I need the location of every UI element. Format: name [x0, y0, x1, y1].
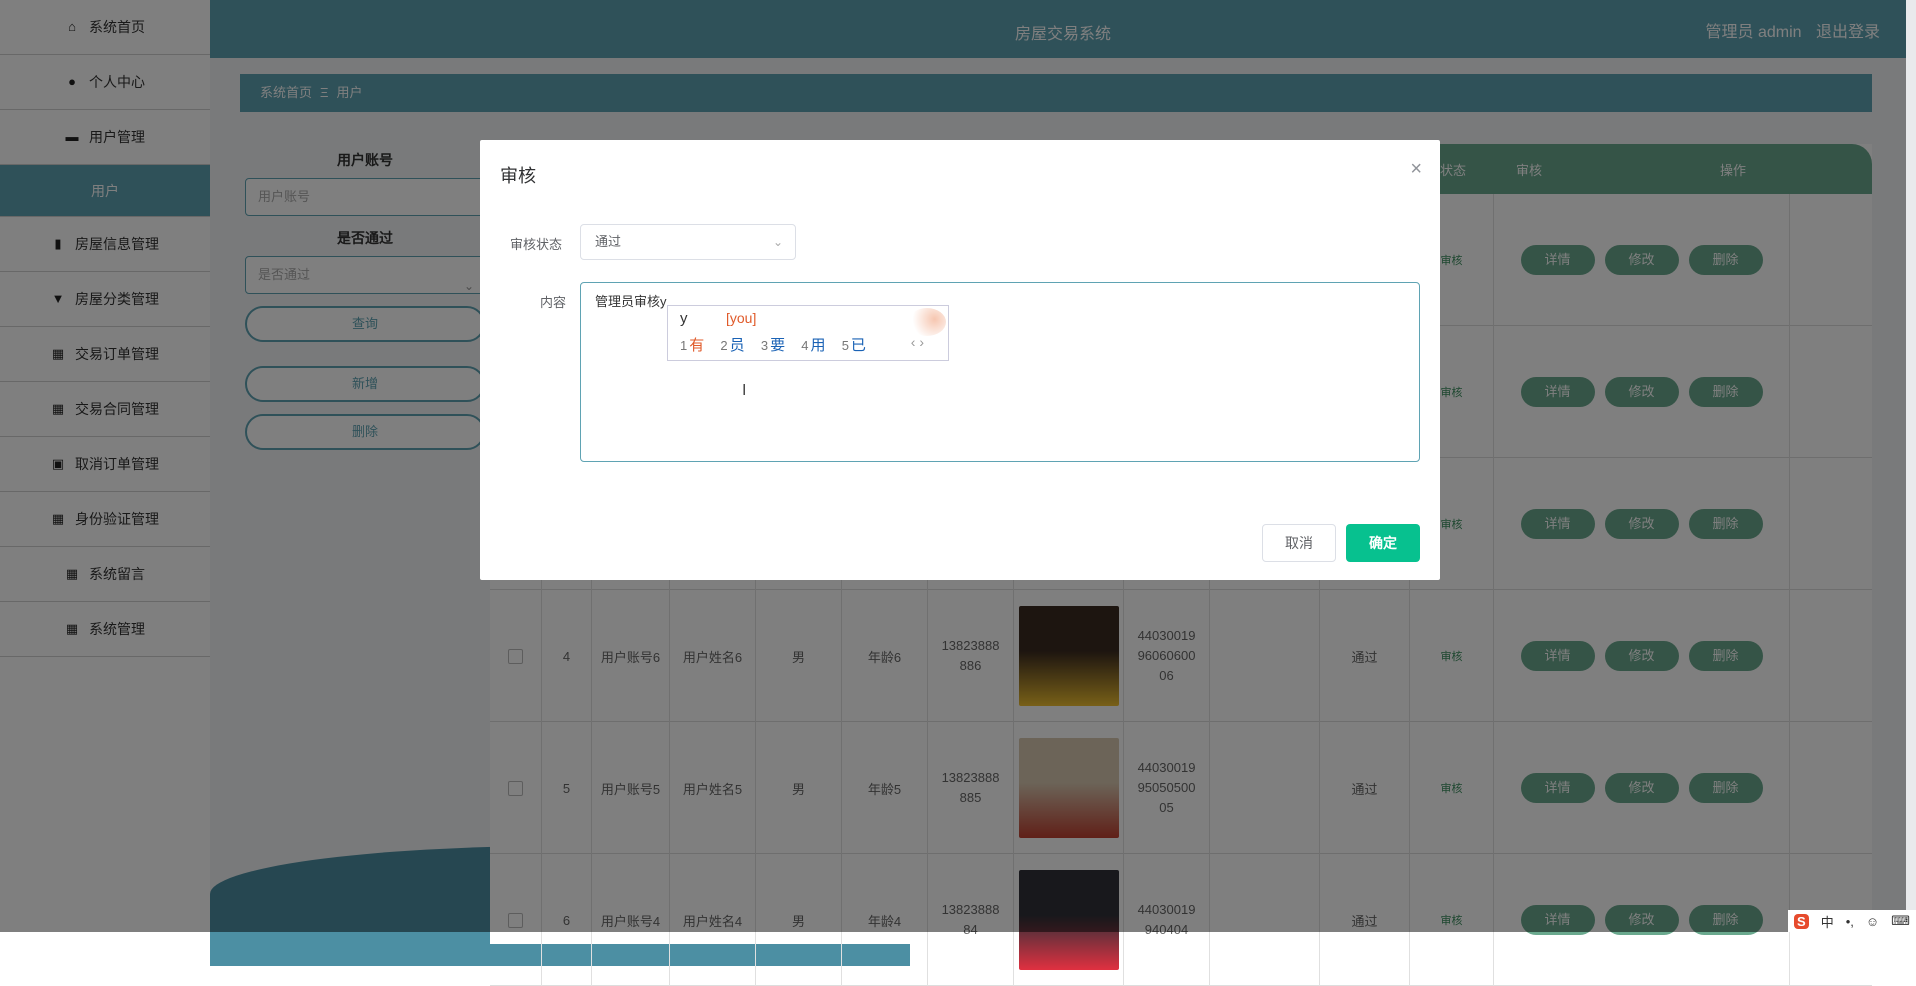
ime-language-indicator[interactable]: 中 [1821, 912, 1834, 931]
ime-candidates: 1有 2员 3要 4用 5已 [680, 334, 878, 355]
ime-candidate[interactable]: 2员 [720, 337, 744, 354]
ime-candidate-popup: y [you] 1有 2员 3要 4用 5已 ‹ › [667, 305, 949, 361]
status-select[interactable]: 通过 ⌄ [580, 224, 796, 260]
ime-pinyin: [you] [726, 310, 757, 326]
confirm-button[interactable]: 确定 [1346, 524, 1420, 562]
ime-candidate[interactable]: 3要 [761, 337, 785, 354]
ime-page-nav[interactable]: ‹ › [911, 334, 924, 350]
keyboard-icon[interactable]: ⌨ [1891, 913, 1910, 929]
ime-candidate[interactable]: 4用 [801, 337, 825, 354]
emoji-icon[interactable]: ☺ [1866, 914, 1879, 929]
ime-candidate[interactable]: 1有 [680, 337, 704, 354]
status-label: 审核状态 [510, 237, 563, 252]
content-text: 管理员审核y [595, 294, 667, 309]
status-select-value: 通过 [595, 234, 622, 249]
close-icon[interactable]: × [1410, 158, 1422, 181]
system-tray: S 中 •, ☺ ⌨ [1788, 910, 1916, 932]
ime-candidate[interactable]: 5已 [842, 337, 866, 354]
audit-dialog: 审核 × 审核状态 通过 ⌄ 内容 管理员审核y I 取消 确定 [480, 140, 1440, 580]
vertical-scrollbar[interactable] [1906, 0, 1916, 932]
ime-composition: y [680, 310, 688, 327]
dialog-title: 审核 [500, 166, 536, 186]
cancel-button[interactable]: 取消 [1262, 524, 1336, 562]
content-label: 内容 [540, 295, 567, 310]
sogou-ime-icon[interactable]: S [1794, 913, 1809, 929]
punctuation-indicator[interactable]: •, [1846, 914, 1854, 929]
ime-decoration [908, 308, 946, 336]
chevron-down-icon: ⌄ [772, 235, 783, 249]
text-cursor-icon: I [742, 382, 747, 399]
